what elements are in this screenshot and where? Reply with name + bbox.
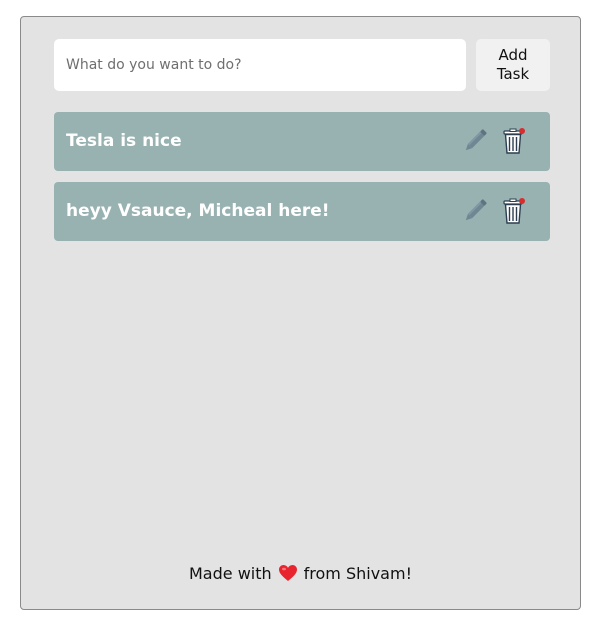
task-input-row: Add Task [54,39,550,91]
todo-app-panel: Add Task Tesla is nice [20,16,581,610]
task-text: heyy Vsauce, Micheal here! [66,201,330,221]
task-item: Tesla is nice [54,112,550,171]
footer-credit: Made with from Shivam! [21,564,580,586]
footer-prefix: Made with [189,564,272,583]
task-text: Tesla is nice [66,131,182,151]
heart-icon [278,564,298,586]
trash-icon[interactable] [498,196,528,226]
task-input[interactable] [54,39,466,91]
pencil-icon[interactable] [460,126,490,156]
trash-icon[interactable] [498,126,528,156]
pencil-icon[interactable] [460,196,490,226]
add-task-button[interactable]: Add Task [476,39,550,91]
task-item: heyy Vsauce, Micheal here! [54,182,550,241]
task-list: Tesla is nice heyy Vsauce, Micheal here! [54,112,550,252]
footer-suffix: from Shivam! [303,564,412,583]
